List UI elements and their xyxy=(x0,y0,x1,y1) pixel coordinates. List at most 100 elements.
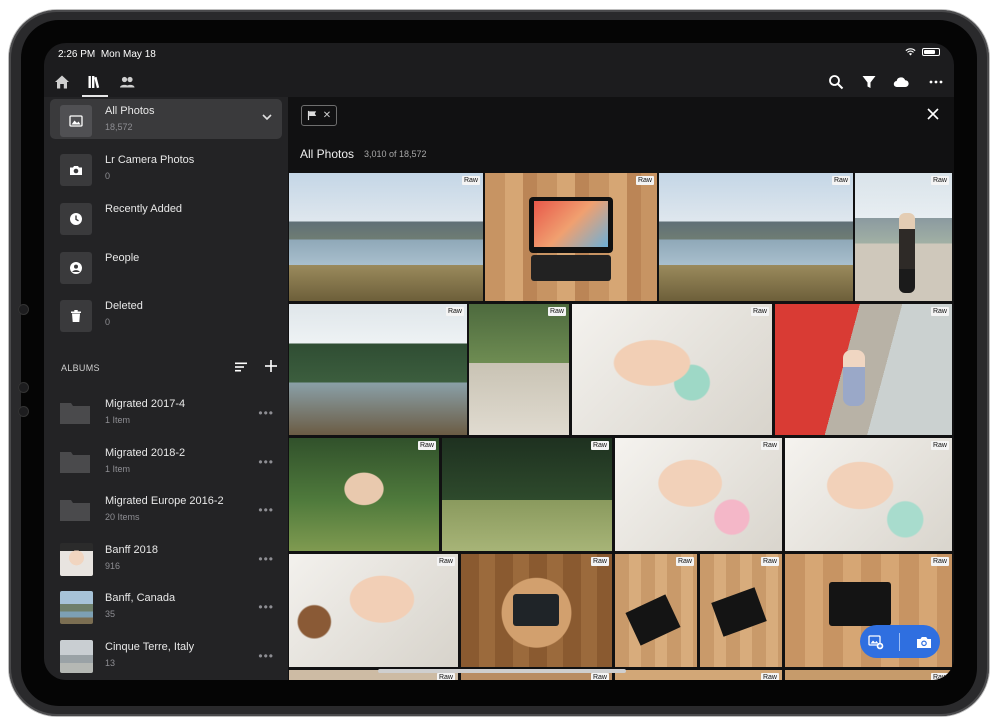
album-title: Migrated 2017-4 xyxy=(105,398,186,410)
divider xyxy=(899,632,901,651)
raw-badge: Raw xyxy=(760,557,779,566)
add-album-icon[interactable] xyxy=(264,359,278,373)
flag-filter-chip[interactable]: ✕ xyxy=(301,105,337,126)
photo-thumbnail[interactable]: Raw xyxy=(700,554,782,667)
more-icon[interactable]: ••• xyxy=(258,552,274,566)
camera-icon xyxy=(60,154,92,186)
filter-icon[interactable] xyxy=(859,72,879,92)
raw-badge: Raw xyxy=(417,441,436,450)
source-title: Deleted xyxy=(105,300,143,312)
album-item[interactable]: Banff 2018 916 ••• xyxy=(50,538,282,580)
grid-count: 3,010 of 18,572 xyxy=(364,149,427,159)
raw-badge: Raw xyxy=(930,307,949,316)
album-thumbnail xyxy=(60,591,93,624)
wifi-icon xyxy=(905,48,916,56)
photo-thumbnail[interactable]: Raw xyxy=(615,670,782,680)
child-figure xyxy=(843,350,865,406)
photo-grid-panel: ✕ All Photos 3,010 of 18,572 Raw Raw Raw… xyxy=(288,97,954,680)
status-bar: 2:26 PM Mon May 18 xyxy=(44,43,954,67)
close-icon[interactable] xyxy=(926,107,940,121)
album-item[interactable]: Migrated Europe 2016-2 20 Items ••• xyxy=(50,489,282,531)
photo-thumbnail[interactable]: Raw xyxy=(785,670,952,680)
album-title: Banff 2018 xyxy=(105,544,159,556)
photo-thumbnail[interactable]: Raw xyxy=(442,438,612,551)
photo-thumbnail[interactable]: Raw xyxy=(615,438,782,551)
photo-thumbnail[interactable]: Raw xyxy=(615,554,697,667)
source-people[interactable]: People xyxy=(50,246,282,286)
laptop-image xyxy=(829,582,891,626)
album-item[interactable]: Banff, Canada 35 ••• xyxy=(50,586,282,628)
raw-badge: Raw xyxy=(930,557,949,566)
image-icon xyxy=(60,105,92,137)
more-icon[interactable]: ••• xyxy=(258,406,274,420)
source-title: People xyxy=(105,252,140,264)
raw-badge: Raw xyxy=(590,557,609,566)
raw-badge: Raw xyxy=(547,307,566,316)
photo-thumbnail[interactable]: Raw xyxy=(572,304,772,435)
home-indicator[interactable] xyxy=(378,669,626,673)
more-icon[interactable]: ••• xyxy=(258,649,274,663)
raw-badge: Raw xyxy=(930,176,949,185)
album-item[interactable]: Cinque Terre, Italy 13 ••• xyxy=(50,635,282,677)
raw-badge: Raw xyxy=(760,673,779,680)
photo-thumbnail[interactable]: Raw xyxy=(775,304,952,435)
add-capture-pill[interactable] xyxy=(860,625,940,658)
add-photo-icon[interactable] xyxy=(868,634,884,650)
raw-badge: Raw xyxy=(675,557,694,566)
folder-icon xyxy=(60,452,90,473)
hardware-button xyxy=(18,304,29,315)
trash-icon xyxy=(60,300,92,332)
more-icon[interactable]: ••• xyxy=(258,455,274,469)
raw-badge: Raw xyxy=(930,441,949,450)
folder-icon xyxy=(60,500,90,521)
raw-badge: Raw xyxy=(445,307,464,316)
source-count: 0 xyxy=(105,171,111,181)
sort-icon[interactable] xyxy=(234,360,248,374)
top-toolbar xyxy=(44,67,954,97)
album-item[interactable]: Migrated 2017-4 1 Item ••• xyxy=(50,392,282,434)
raw-badge: Raw xyxy=(930,673,949,680)
home-icon[interactable] xyxy=(52,72,72,92)
source-title: All Photos xyxy=(105,105,155,117)
source-deleted[interactable]: Deleted 0 xyxy=(50,294,282,334)
tablet-image xyxy=(711,587,767,637)
clock-icon xyxy=(60,203,92,235)
photo-thumbnail[interactable]: Raw xyxy=(469,304,569,435)
photo-thumbnail[interactable]: Raw xyxy=(461,554,612,667)
source-all-photos[interactable]: All Photos 18,572 xyxy=(50,99,282,139)
photo-thumbnail[interactable]: Raw xyxy=(855,173,952,301)
close-icon[interactable]: ✕ xyxy=(323,110,331,121)
photo-thumbnail[interactable]: Raw xyxy=(289,554,458,667)
more-icon[interactable] xyxy=(926,72,946,92)
raw-badge: Raw xyxy=(590,673,609,680)
source-lr-camera-photos[interactable]: Lr Camera Photos 0 xyxy=(50,148,282,188)
photo-thumbnail[interactable]: Raw xyxy=(659,173,853,301)
album-title: Migrated 2018-2 xyxy=(105,447,186,459)
albums-heading: ALBUMS xyxy=(61,363,100,373)
search-icon[interactable] xyxy=(826,72,846,92)
person-icon xyxy=(60,252,92,284)
chevron-down-icon[interactable] xyxy=(262,113,272,121)
source-title: Lr Camera Photos xyxy=(105,154,195,166)
album-item[interactable]: Migrated 2018-2 1 Item ••• xyxy=(50,441,282,483)
photo-thumbnail[interactable]: Raw xyxy=(289,173,483,301)
photo-thumbnail[interactable]: Raw xyxy=(485,173,657,301)
more-icon[interactable]: ••• xyxy=(258,503,274,517)
source-recently-added[interactable]: Recently Added xyxy=(50,197,282,237)
photo-thumbnail[interactable]: Raw xyxy=(289,438,439,551)
photo-thumbnail[interactable]: Raw xyxy=(785,438,952,551)
grid-title: All Photos xyxy=(300,147,355,161)
tablet-screen xyxy=(534,201,608,247)
folder-icon xyxy=(60,403,90,424)
album-title: Cinque Terre, Italy xyxy=(105,641,195,653)
cloud-icon[interactable] xyxy=(891,72,911,92)
photo-thumbnail[interactable]: Raw xyxy=(289,304,467,435)
album-count: 1 Item xyxy=(105,415,131,425)
source-count: 0 xyxy=(105,317,111,327)
screen: 2:26 PM Mon May 18 All Photos 18,572 Lr … xyxy=(44,43,954,680)
more-icon[interactable]: ••• xyxy=(258,600,274,614)
album-thumbnail xyxy=(60,543,93,576)
library-icon[interactable] xyxy=(85,72,105,92)
camera-icon[interactable] xyxy=(916,634,932,650)
people-icon[interactable] xyxy=(117,72,137,92)
